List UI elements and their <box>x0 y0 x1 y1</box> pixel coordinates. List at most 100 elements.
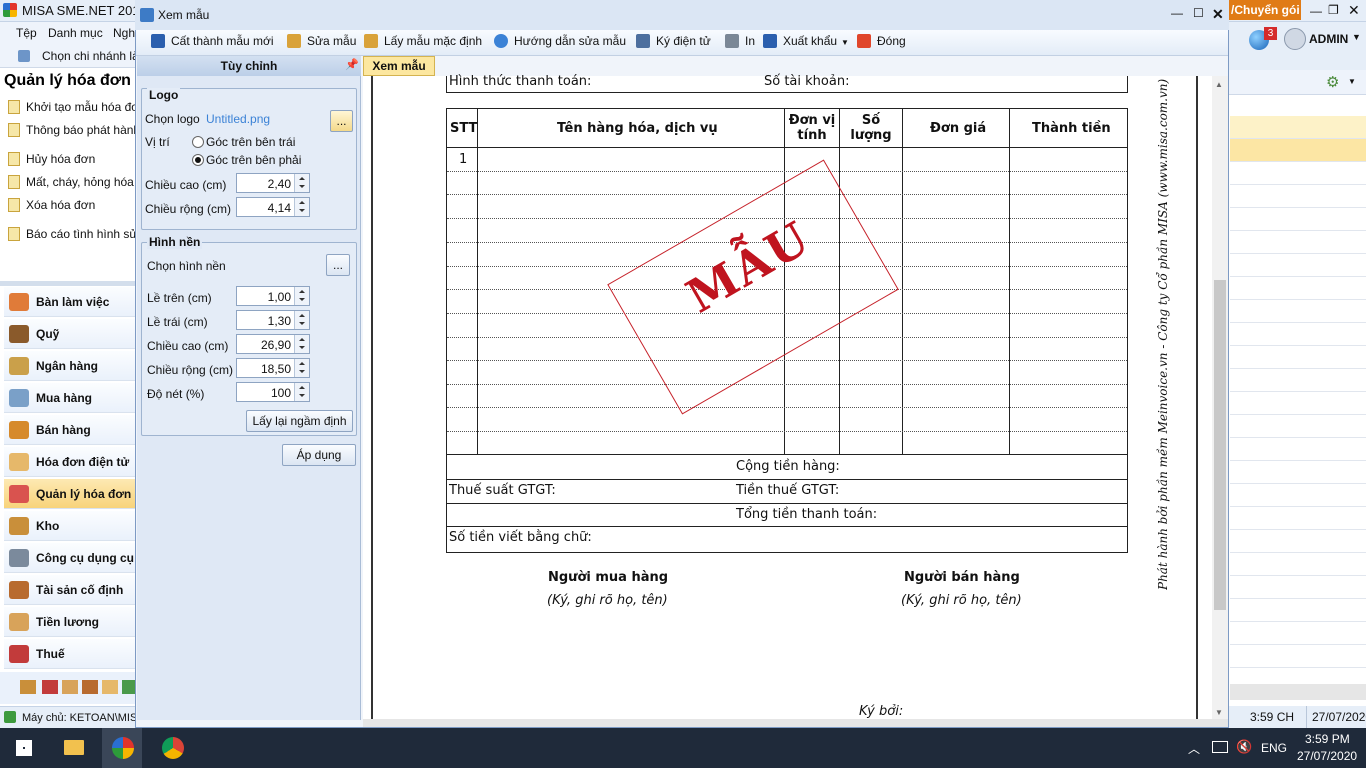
nav-ban-lam-viec[interactable]: Bàn làm việc <box>4 287 136 317</box>
radio-top-left[interactable] <box>192 136 204 148</box>
mini-nav-icon[interactable] <box>62 680 78 694</box>
language-indicator[interactable]: ENG <box>1261 741 1287 755</box>
horizontal-scrollbar[interactable] <box>363 719 1228 727</box>
chevron-down-icon[interactable]: ▼ <box>1348 77 1356 86</box>
browse-logo-button[interactable]: ... <box>330 110 353 132</box>
list-item[interactable] <box>1230 208 1366 231</box>
list-item[interactable] <box>1230 530 1366 553</box>
list-item[interactable] <box>1230 461 1366 484</box>
chrome-icon[interactable] <box>162 737 184 759</box>
nav-kho[interactable]: Kho <box>4 511 136 541</box>
margin-left-stepper[interactable]: 1,30 <box>236 310 310 330</box>
nav-mua-hang[interactable]: Mua hàng <box>4 383 136 413</box>
nav-hoa-don-dien-tu[interactable]: Hóa đơn điện tử <box>4 447 136 477</box>
export-button[interactable]: Xuất khẩu ▼ <box>763 34 849 52</box>
close-icon[interactable]: ✕ <box>1212 6 1224 23</box>
list-item[interactable] <box>1230 254 1366 277</box>
chevron-down-icon[interactable]: ▼ <box>1352 32 1361 42</box>
tab-preview[interactable]: Xem mẫu <box>363 56 435 76</box>
clock-time[interactable]: 3:59 PM <box>1305 732 1350 746</box>
avatar[interactable] <box>1284 28 1306 50</box>
opacity-stepper[interactable]: 100 <box>236 382 310 402</box>
default-template-button[interactable]: Lấy mẫu mặc định <box>364 34 482 52</box>
scroll-down-icon[interactable]: ▼ <box>1215 708 1223 717</box>
e-sign-button[interactable]: Ký điện tử <box>636 34 711 52</box>
chevron-up-icon[interactable]: ︿ <box>1188 740 1200 757</box>
horizontal-scrollbar[interactable] <box>1230 684 1366 700</box>
list-item[interactable] <box>1230 645 1366 668</box>
nav-ban-hang[interactable]: Bán hàng <box>4 415 136 445</box>
logo-width-stepper[interactable]: 4,14 <box>236 197 310 217</box>
bg-height-stepper[interactable]: 26,90 <box>236 334 310 354</box>
task-item[interactable]: Mất, cháy, hỏng hóa đ <box>8 175 136 195</box>
list-item[interactable] <box>1230 116 1366 139</box>
mini-nav-icon[interactable] <box>102 680 118 694</box>
close-button[interactable]: Đóng <box>857 34 906 52</box>
maximize-icon[interactable]: ❐ <box>1328 3 1339 17</box>
network-icon[interactable] <box>1212 741 1228 753</box>
browse-bg-button[interactable]: ... <box>326 254 350 276</box>
scroll-up-icon[interactable]: ▲ <box>1215 80 1223 89</box>
guide-button[interactable]: Hướng dẫn sửa mẫu <box>494 34 626 52</box>
list-item[interactable] <box>1230 599 1366 622</box>
gear-icon[interactable]: ⚙ <box>1326 73 1339 91</box>
list-item[interactable] <box>1230 622 1366 645</box>
task-item[interactable]: Thông báo phát hành <box>8 123 136 143</box>
volume-mute-icon[interactable]: 🔇 <box>1236 739 1252 755</box>
user-name[interactable]: ADMIN <box>1309 32 1348 46</box>
minimize-icon[interactable]: — <box>1310 4 1322 18</box>
nav-thue[interactable]: Thuế <box>4 639 136 669</box>
print-button[interactable]: In <box>725 34 755 52</box>
list-item[interactable] <box>1230 438 1366 461</box>
misa-app-icon[interactable] <box>112 737 134 759</box>
list-item[interactable] <box>1230 415 1366 438</box>
list-item[interactable] <box>1230 139 1366 162</box>
nav-ngan-hang[interactable]: Ngân hàng <box>4 351 136 381</box>
upgrade-button[interactable]: /Chuyển gói <box>1229 0 1301 20</box>
list-item[interactable] <box>1230 185 1366 208</box>
task-item[interactable]: Xóa hóa đơn <box>8 198 136 218</box>
list-item[interactable] <box>1230 300 1366 323</box>
list-item[interactable] <box>1230 484 1366 507</box>
clock-date[interactable]: 27/07/2020 <box>1297 749 1357 763</box>
scrollbar-thumb[interactable] <box>1214 280 1226 610</box>
menu-tep[interactable]: Tệp <box>16 26 37 40</box>
list-item[interactable] <box>1230 507 1366 530</box>
menu-danh-muc[interactable]: Danh mục <box>48 26 103 40</box>
list-item[interactable] <box>1230 277 1366 300</box>
mini-nav-icon[interactable] <box>122 680 136 694</box>
radio-top-right[interactable] <box>192 154 204 166</box>
list-item[interactable] <box>1230 231 1366 254</box>
branch-selector[interactable]: Chọn chi nhánh là <box>42 49 139 63</box>
list-item[interactable] <box>1230 346 1366 369</box>
nav-cong-cu-dung-cu[interactable]: Công cụ dụng cụ <box>4 543 136 573</box>
list-item[interactable] <box>1230 369 1366 392</box>
mini-nav-icon[interactable] <box>42 680 58 694</box>
logo-height-stepper[interactable]: 2,40 <box>236 173 310 193</box>
task-item[interactable]: Khởi tạo mẫu hóa đơn <box>8 100 136 120</box>
menu-nghiep-vu[interactable]: Ngh <box>113 26 135 40</box>
maximize-icon[interactable]: ☐ <box>1193 6 1204 20</box>
minimize-icon[interactable]: — <box>1171 6 1183 20</box>
mini-nav-icon[interactable] <box>82 680 98 694</box>
nav-tien-luong[interactable]: Tiền lương <box>4 607 136 637</box>
list-item[interactable] <box>1230 392 1366 415</box>
list-item[interactable] <box>1230 553 1366 576</box>
logo-file-link[interactable]: Untitled.png <box>206 112 270 126</box>
close-icon[interactable]: ✕ <box>1348 2 1360 19</box>
task-item[interactable]: Báo cáo tình hình sử <box>8 227 136 247</box>
nav-quan-ly-hoa-don[interactable]: Quản lý hóa đơn <box>4 479 136 509</box>
bg-width-stepper[interactable]: 18,50 <box>236 358 310 378</box>
windows-start-icon[interactable] <box>16 740 32 756</box>
margin-top-stepper[interactable]: 1,00 <box>236 286 310 306</box>
task-item[interactable]: Hủy hóa đơn <box>8 152 136 172</box>
save-new-template-button[interactable]: Cất thành mẫu mới <box>151 34 274 52</box>
panel-splitter[interactable] <box>0 281 137 286</box>
mini-nav-icon[interactable] <box>20 680 36 694</box>
nav-quy[interactable]: Quỹ <box>4 319 136 349</box>
list-item[interactable] <box>1230 323 1366 346</box>
nav-tai-san-co-dinh[interactable]: Tài sản cố định <box>4 575 136 605</box>
list-item[interactable] <box>1230 576 1366 599</box>
pin-icon[interactable]: 📌 <box>345 58 359 71</box>
list-item[interactable] <box>1230 162 1366 185</box>
